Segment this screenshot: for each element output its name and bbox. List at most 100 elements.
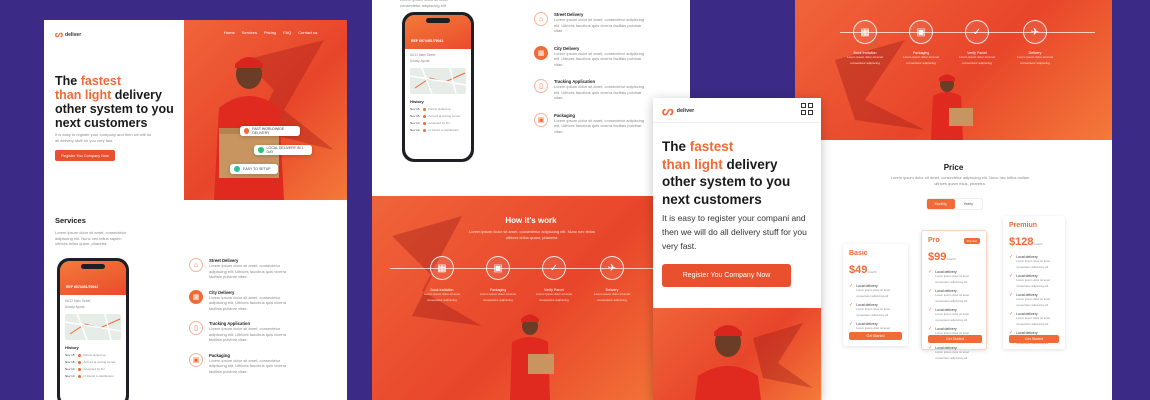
- step-caption: Delivery Lorem ipsum dolor sit amet conse…: [1016, 51, 1054, 65]
- plan-feature: ✓Local deliveryLorem ipsum dolor sit ame…: [1009, 254, 1050, 269]
- courier-illustration: [510, 314, 554, 400]
- plan-feature: ✓Local deliveryLorem ipsum dolor sit ame…: [1009, 311, 1050, 326]
- price-title: Price: [943, 163, 964, 172]
- plan-feature: ✓Local deliveryLorem ipsum dolor sit ame…: [928, 288, 969, 303]
- map-thumbnail: [410, 68, 466, 94]
- phone-address: 64/12 Main Street, Dowdy Ayoria: [65, 299, 92, 309]
- popular-badge: Popular: [963, 237, 980, 244]
- check-icon: ✓: [928, 269, 933, 275]
- check-icon: ✓: [849, 321, 854, 327]
- step-caption: Verify Parcel Lorem ipsum dolor sit amet …: [535, 288, 573, 302]
- nav-services[interactable]: Services: [242, 30, 257, 35]
- street-delivery-icon: ⌂: [189, 258, 203, 272]
- check-icon: ✓: [928, 288, 933, 294]
- status-dot-icon: [422, 129, 426, 133]
- badge-local-delivery: LOCAL DELIVERY IN 1 DAY: [254, 145, 312, 155]
- service-item: ▦ City Delivery Lorem ipsum dolor sit ame…: [189, 289, 309, 312]
- check-icon: ✓: [928, 345, 933, 351]
- how-it-works-section: How it's work Lorem ipsum dolor sit amet…: [372, 196, 690, 400]
- history-row: Nov 15 Arrived at sorting center: [65, 360, 116, 365]
- check-icon: ✓: [1009, 254, 1014, 260]
- status-dot-icon: [422, 108, 426, 112]
- hero-description: It is easy to register your company and …: [55, 132, 152, 143]
- badge-fast-delivery: FAST WORLDWIDE DELIVERY: [240, 126, 300, 136]
- check-icon: ✓: [1009, 311, 1014, 317]
- courier-illustration: [695, 325, 761, 400]
- calendar-icon: ▦: [430, 256, 454, 280]
- price-description: Lorem ipsum dolor sit amet, consectetur …: [890, 175, 1030, 186]
- step-caption: Book Invitation Lorem ipsum dolor sit ame…: [423, 288, 461, 302]
- status-dot-icon: [77, 361, 81, 365]
- service-list: ⌂ Street Delivery Lorem ipsum dolor sit a…: [534, 12, 664, 134]
- plan-name: Pro: [928, 237, 940, 244]
- logo-icon: ᔕ: [662, 103, 674, 118]
- verify-icon: ✓: [965, 20, 989, 44]
- courier-illustration: [214, 57, 284, 200]
- mobile-cta-button[interactable]: Register You Company Now: [662, 264, 791, 287]
- plan-feature: ✓Local deliveryLorem ipsum dolor sit ame…: [928, 345, 969, 360]
- service-item: ⌂ Street Delivery Lorem ipsum dolor sit a…: [189, 258, 309, 280]
- tracking-app-icon: ▯: [189, 321, 203, 335]
- plan-feature: ✓Local deliveryLorem ipsum dolor sit ame…: [849, 302, 890, 317]
- services-title: Services: [55, 216, 86, 225]
- map-route: [65, 314, 121, 340]
- history-title: History: [410, 99, 424, 104]
- step-delivery: ✈: [1023, 20, 1047, 44]
- phone-ref: REF 6074451/75042: [411, 39, 444, 43]
- get-started-button[interactable]: Get Started: [1009, 335, 1059, 343]
- courier-illustration: [931, 74, 973, 140]
- check-icon: ✓: [1009, 273, 1014, 279]
- plan-price: $99/month: [928, 251, 956, 263]
- step-packaging: ▣: [909, 20, 933, 44]
- top-note: Lorem ipsum dolor sit amet consectetur a…: [400, 0, 448, 8]
- history-row: Nov 14 Accepted by DJ: [65, 367, 105, 372]
- logo-icon: ᔕ: [55, 29, 64, 39]
- nav-contact[interactable]: Contact us: [298, 30, 317, 35]
- tracking-phone: REF 6074451/75042 64/12 Main Street, Dow…: [57, 258, 129, 400]
- mobile-hero-title: The fastest than light delivery other sy…: [662, 139, 791, 207]
- nav-pricing[interactable]: Pricing: [264, 30, 276, 35]
- check-icon: ✓: [928, 307, 933, 313]
- plan-feature: ✓Local deliveryLorem ipsum dolor sit ame…: [928, 307, 969, 322]
- package-icon: ▣: [486, 256, 510, 280]
- how-title: How it's work: [505, 216, 557, 225]
- service-list: ⌂ Street Delivery Lorem ipsum dolor sit a…: [189, 258, 309, 374]
- hero-title: The fastest than light delivery other sy…: [55, 74, 174, 130]
- mobile-hero-description: It is easy to register your compani and …: [662, 213, 807, 251]
- phone-address: 64/12 Main Street, Dowdy Ayoria: [410, 53, 437, 63]
- status-dot-icon: [77, 375, 81, 379]
- get-started-button[interactable]: Get Started: [928, 335, 982, 343]
- map-thumbnail: [65, 314, 121, 340]
- history-row: Nov 15 Arrived at sorting center: [410, 114, 461, 119]
- how-it-works-section: ▦ ▣ ✓ ✈ Book Invitation Lorem ipsum dolor…: [795, 0, 1112, 140]
- step-caption: Packaging Lorem ipsum dolor sit amet cons…: [902, 51, 940, 65]
- packaging-icon: ▣: [189, 352, 203, 367]
- badge-dot-icon: [258, 147, 264, 153]
- nav-faq[interactable]: FAQ: [283, 30, 291, 35]
- step-delivery: ✈: [600, 256, 624, 280]
- step-book: ▦: [430, 256, 454, 280]
- map-route: [410, 68, 466, 94]
- check-icon: ✓: [849, 302, 854, 308]
- nav-home[interactable]: Home: [224, 30, 235, 35]
- toggle-monthly[interactable]: Monthly: [927, 199, 955, 209]
- plan-pro: Pro Popular $99/month ✓ Local delivery Lor…: [921, 230, 987, 360]
- plan-basic: Basic $49/month ✓ Local delivery Lorem ips…: [843, 244, 908, 346]
- package-icon: ▣: [909, 20, 933, 44]
- phone-notch: [426, 18, 450, 23]
- service-item: ▣ Packaging Lorem ipsum dolor sit amet, c…: [534, 112, 664, 135]
- services-description: Lorem ipsum dolor sit amet, consectetur …: [55, 230, 127, 246]
- history-row: Nov 14 In transit to distribution: [65, 374, 114, 379]
- mobile-logo[interactable]: ᔕ deliver: [662, 103, 694, 119]
- toggle-yearly[interactable]: Yearly: [955, 199, 983, 209]
- hero-cta-button[interactable]: Register You Company Now: [55, 150, 115, 161]
- status-dot-icon: [422, 115, 426, 119]
- tracking-phone: REF 6074451/75042 64/12 Main Street, Dow…: [402, 12, 474, 162]
- top-nav: Home Services Pricing FAQ Contact us: [224, 30, 317, 35]
- street-delivery-icon: ⌂: [534, 12, 548, 26]
- billing-toggle: Monthly Yearly: [926, 198, 983, 210]
- get-started-button[interactable]: Get Started: [849, 332, 902, 340]
- logo[interactable]: ᔕ deliver: [55, 29, 81, 40]
- step-packaging: ▣: [486, 256, 510, 280]
- menu-grid-icon[interactable]: [801, 103, 813, 115]
